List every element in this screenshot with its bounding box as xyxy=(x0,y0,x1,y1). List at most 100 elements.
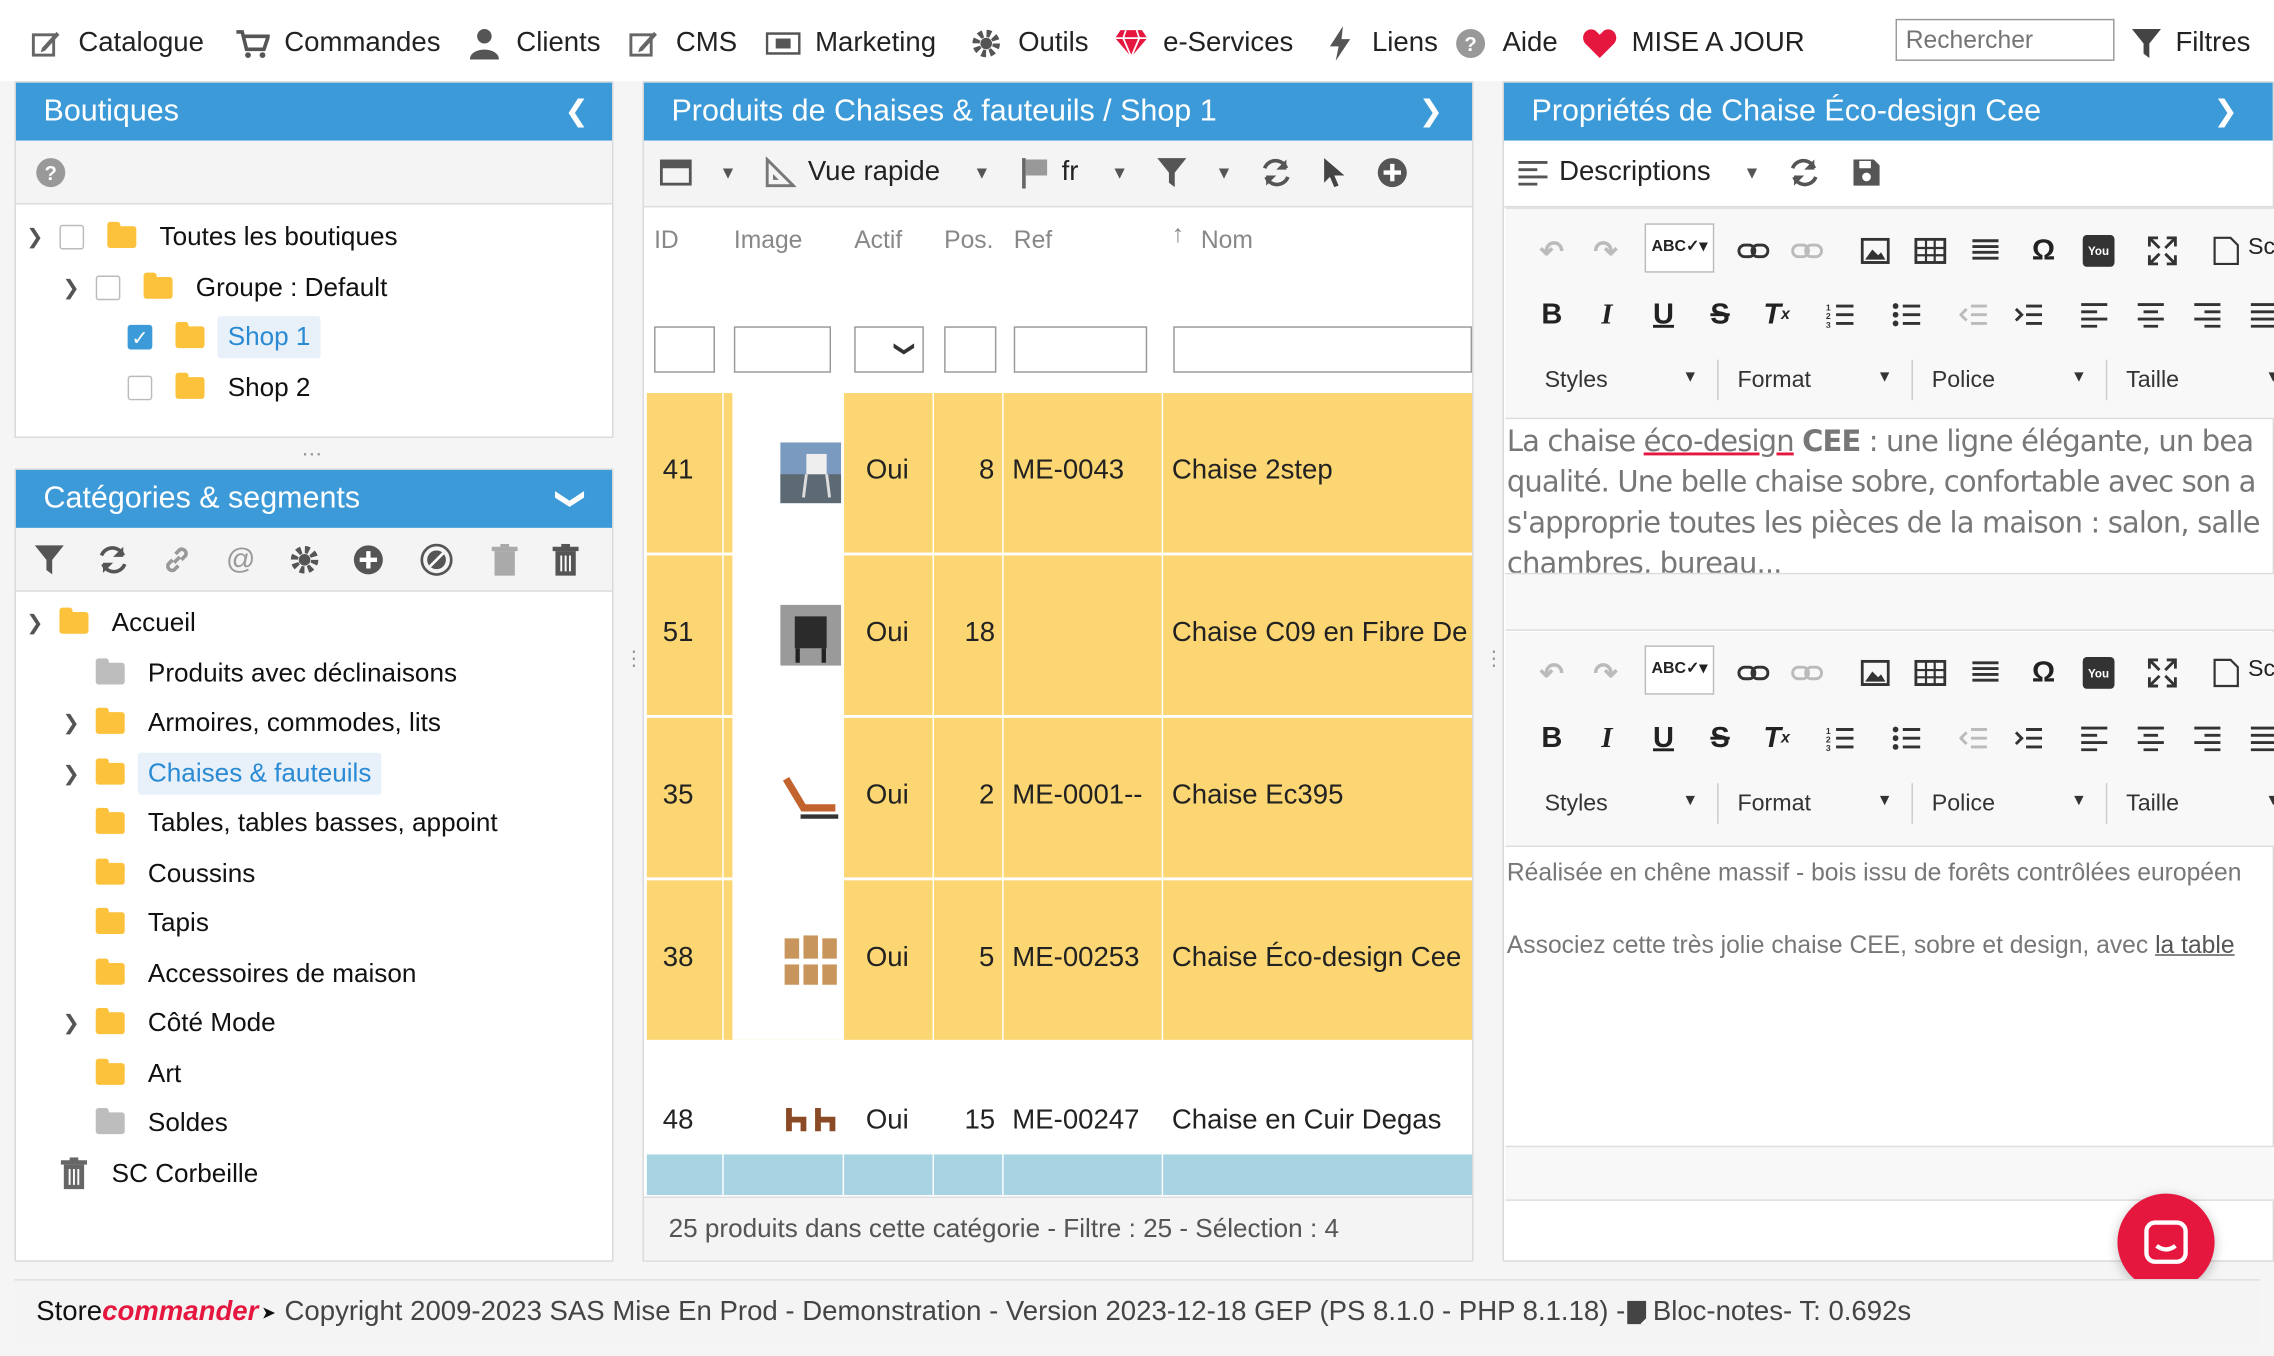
product-thumbnail[interactable] xyxy=(780,604,842,666)
menu-catalogue[interactable]: Catalogue xyxy=(29,23,204,64)
bullet-list-icon[interactable] xyxy=(1888,296,1926,334)
long-description-editor[interactable]: Réalisée en chêne massif - bois issu de … xyxy=(1505,848,2274,1145)
align-left-icon[interactable] xyxy=(2075,719,2113,757)
column-header-ref[interactable]: Ref xyxy=(1014,226,1052,255)
indent-icon[interactable] xyxy=(2010,296,2048,334)
chevron-right-icon[interactable]: ❯ xyxy=(2213,83,2237,141)
cursor-icon[interactable] xyxy=(1317,155,1352,190)
remove-format-icon[interactable]: Tx xyxy=(1758,719,1796,757)
image-icon[interactable] xyxy=(1856,654,1894,692)
horizontal-rule-icon[interactable] xyxy=(1967,654,2005,692)
menu-clients[interactable]: Clients xyxy=(467,23,601,64)
refresh-icon[interactable] xyxy=(1259,155,1294,190)
chevron-down-icon[interactable]: ❯ xyxy=(542,487,600,511)
youtube-icon[interactable]: You xyxy=(2080,654,2118,692)
gear-icon[interactable] xyxy=(287,542,322,577)
menu-marketing[interactable]: Marketing xyxy=(765,23,936,64)
checkbox[interactable] xyxy=(95,274,121,300)
category-accueil[interactable]: ❯ Accueil xyxy=(22,600,196,644)
align-center-icon[interactable] xyxy=(2132,296,2170,334)
add-icon[interactable] xyxy=(351,542,386,577)
category-item[interactable]: ❯ Armoires, commodes, lits xyxy=(58,700,441,744)
youtube-icon[interactable]: You xyxy=(2080,232,2118,270)
category-item[interactable]: Tapis xyxy=(95,901,209,945)
properties-mode-label[interactable]: Descriptions xyxy=(1559,157,1711,189)
source-icon[interactable] xyxy=(2207,654,2245,692)
flag-icon[interactable] xyxy=(1018,155,1053,190)
filter-position-input[interactable] xyxy=(944,326,997,373)
caret-down-icon[interactable]: ▼ xyxy=(1207,155,1242,190)
chevron-right-icon[interactable]: ❯ xyxy=(58,710,84,735)
checkbox[interactable] xyxy=(127,374,153,400)
columns-icon[interactable] xyxy=(658,155,693,190)
align-right-icon[interactable] xyxy=(2189,296,2227,334)
numbered-list-icon[interactable]: 123 xyxy=(1822,719,1860,757)
chevron-right-icon[interactable]: ❯ xyxy=(1419,83,1443,141)
short-description-editor[interactable]: La chaise éco-design CEE : une ligne élé… xyxy=(1505,421,2274,572)
strikethrough-icon[interactable]: S xyxy=(1701,296,1739,334)
category-item[interactable]: ❯ Côté Mode xyxy=(58,1001,276,1045)
menu-cms[interactable]: CMS xyxy=(627,23,737,64)
product-thumbnail[interactable] xyxy=(780,929,842,991)
align-justify-icon[interactable] xyxy=(2245,719,2274,757)
redo-icon[interactable]: ↷ xyxy=(1587,654,1625,692)
spellcheck-icon[interactable]: ABC✓▾ xyxy=(1644,223,1715,273)
save-icon[interactable] xyxy=(1849,155,1884,190)
trash-icon[interactable] xyxy=(548,542,583,577)
menu-outils[interactable]: Outils xyxy=(969,23,1089,64)
shop-tree-shop1[interactable]: ✓ Shop 1 xyxy=(127,315,321,359)
font-dropdown[interactable]: Police xyxy=(1932,368,1995,394)
shop-tree-shop2[interactable]: Shop 2 xyxy=(127,365,310,409)
ruler-icon[interactable] xyxy=(763,155,798,190)
category-item[interactable]: Produits avec déclinaisons xyxy=(95,651,457,695)
outdent-icon[interactable] xyxy=(1955,719,1993,757)
at-icon[interactable]: @ xyxy=(223,542,258,577)
caret-down-icon[interactable]: ▼ xyxy=(1102,155,1137,190)
size-dropdown[interactable]: Taille xyxy=(2126,368,2179,394)
image-icon[interactable] xyxy=(1856,232,1894,270)
menu-commandes[interactable]: Commandes xyxy=(235,23,440,64)
strikethrough-icon[interactable]: S xyxy=(1701,719,1739,757)
column-header-id[interactable]: ID xyxy=(654,226,679,255)
font-dropdown[interactable]: Police xyxy=(1932,792,1995,818)
source-label[interactable]: Sc xyxy=(2248,657,2274,683)
splitter-handle[interactable]: ⋯ xyxy=(302,442,322,467)
remove-format-icon[interactable]: Tx xyxy=(1758,296,1796,334)
redo-icon[interactable]: ↷ xyxy=(1587,232,1625,270)
special-char-icon[interactable]: Ω xyxy=(2025,232,2063,270)
italic-icon[interactable]: I xyxy=(1588,296,1626,334)
menu-liens[interactable]: Liens xyxy=(1323,23,1438,64)
unlink-icon[interactable] xyxy=(1788,654,1826,692)
bold-icon[interactable]: B xyxy=(1533,296,1571,334)
maximize-icon[interactable] xyxy=(2144,232,2182,270)
filter-icon[interactable] xyxy=(1154,155,1189,190)
caret-down-icon[interactable]: ▼ xyxy=(964,155,999,190)
help-icon[interactable]: ? xyxy=(33,155,68,190)
filter-id-input[interactable] xyxy=(654,326,715,373)
source-label[interactable]: Sc xyxy=(2248,235,2274,261)
size-dropdown[interactable]: Taille xyxy=(2126,792,2179,818)
special-char-icon[interactable]: Ω xyxy=(2025,654,2063,692)
language-label[interactable]: fr xyxy=(1062,157,1079,189)
column-header-position[interactable]: Pos. xyxy=(944,226,993,255)
category-item[interactable]: Soldes xyxy=(95,1101,228,1145)
styles-dropdown[interactable]: Styles xyxy=(1545,792,1608,818)
shop-tree-group[interactable]: ❯ Groupe : Default xyxy=(58,265,387,309)
trash-icon[interactable] xyxy=(487,542,522,577)
align-justify-icon[interactable] xyxy=(2245,296,2274,334)
category-item-selected[interactable]: ❯ Chaises & fauteuils xyxy=(58,751,382,795)
link-icon[interactable] xyxy=(160,542,195,577)
category-trash[interactable]: SC Corbeille xyxy=(59,1152,258,1196)
horizontal-rule-icon[interactable] xyxy=(1967,232,2005,270)
splitter-handle[interactable]: ⋮ xyxy=(1484,648,1504,668)
unlink-icon[interactable] xyxy=(1788,232,1826,270)
filter-image-input[interactable] xyxy=(733,326,832,373)
underline-icon[interactable]: U xyxy=(1645,296,1683,334)
refresh-icon[interactable] xyxy=(96,542,131,577)
view-mode-label[interactable]: Vue rapide xyxy=(808,157,940,189)
category-item[interactable]: Coussins xyxy=(95,851,255,895)
format-dropdown[interactable]: Format xyxy=(1737,792,1810,818)
add-icon[interactable] xyxy=(1375,155,1410,190)
table-icon[interactable] xyxy=(1911,654,1949,692)
outdent-icon[interactable] xyxy=(1955,296,1993,334)
